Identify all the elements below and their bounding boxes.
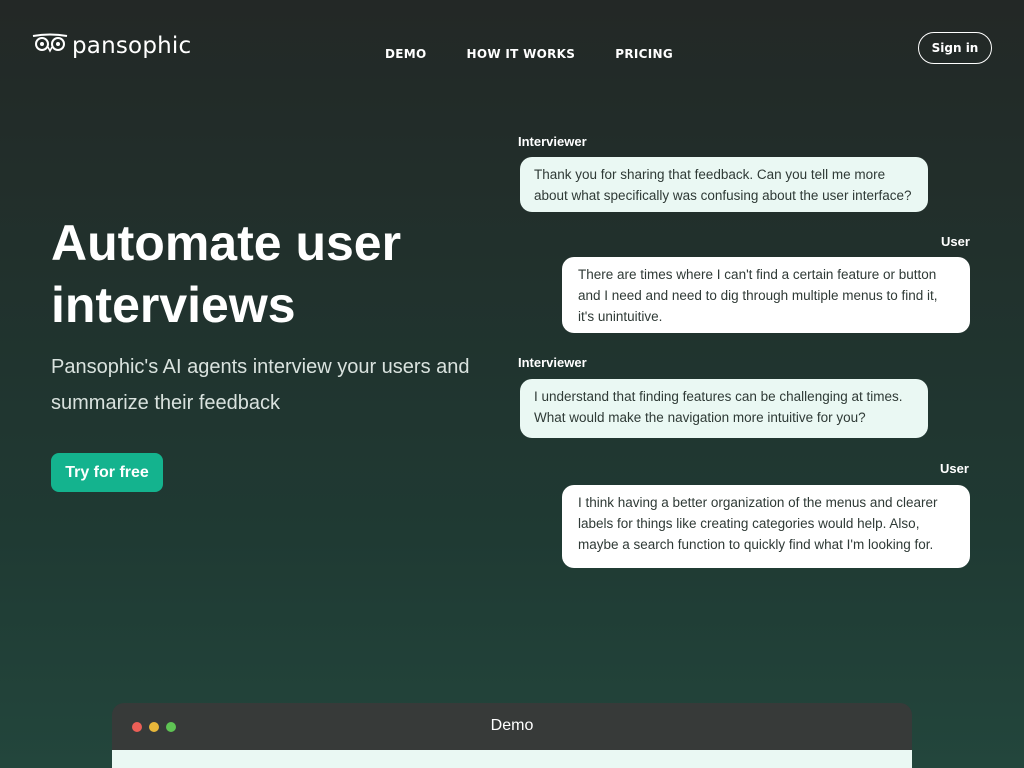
try-for-free-button[interactable]: Try for free	[51, 453, 163, 492]
demo-window-titlebar: Demo	[112, 703, 912, 750]
speaker-label-interviewer: Interviewer	[518, 355, 587, 370]
main-nav: DEMO HOW IT WORKS PRICING	[385, 47, 673, 61]
nav-pricing[interactable]: PRICING	[615, 47, 673, 61]
demo-window-title: Demo	[490, 717, 534, 734]
hero-title: Automate user interviews	[51, 215, 402, 333]
brand-name: pansophic	[72, 32, 192, 59]
demo-window: Demo	[112, 703, 912, 768]
sign-in-button[interactable]: Sign in	[918, 32, 992, 64]
demo-content-area	[112, 750, 912, 768]
owl-eyes-icon	[32, 32, 68, 59]
chat-bubble-interviewer: I understand that finding features can b…	[520, 379, 928, 438]
chat-bubble-user: I think having a better organization of …	[562, 485, 970, 568]
brand-logo[interactable]: pansophic	[32, 32, 191, 59]
chat-bubble-user: There are times where I can't find a cer…	[562, 257, 970, 333]
speaker-label-interviewer: Interviewer	[518, 134, 587, 149]
speaker-label-user: User	[941, 234, 970, 249]
speaker-label-user: User	[940, 461, 969, 476]
nav-demo[interactable]: DEMO	[385, 47, 427, 61]
chat-bubble-interviewer: Thank you for sharing that feedback. Can…	[520, 157, 928, 212]
nav-how-it-works[interactable]: HOW IT WORKS	[467, 47, 576, 61]
hero-subtitle: Pansophic's AI agents interview your use…	[51, 356, 470, 414]
